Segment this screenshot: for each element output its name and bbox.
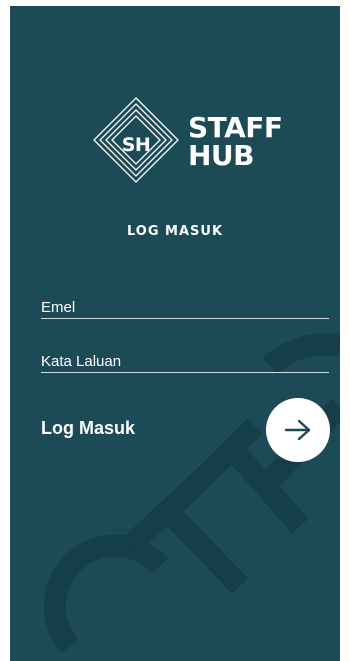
password-field (41, 346, 329, 373)
arrow-right-icon (284, 419, 311, 441)
brand-name: STAFF HUB (188, 114, 283, 170)
login-screen: SH STAFF HUB LOG MASUK Log Masuk (10, 6, 340, 661)
brand-line-2: HUB (188, 139, 255, 172)
login-button[interactable] (266, 398, 330, 462)
email-input[interactable] (41, 299, 327, 316)
brand-line-1: STAFF (188, 111, 283, 144)
email-field (41, 292, 329, 319)
logo-monogram: SH (121, 134, 151, 156)
page-title: LOG MASUK (126, 224, 224, 239)
staff-hub-logo: SH STAFF HUB (92, 96, 283, 196)
login-label[interactable]: Log Masuk (41, 418, 135, 439)
password-input[interactable] (41, 353, 327, 370)
